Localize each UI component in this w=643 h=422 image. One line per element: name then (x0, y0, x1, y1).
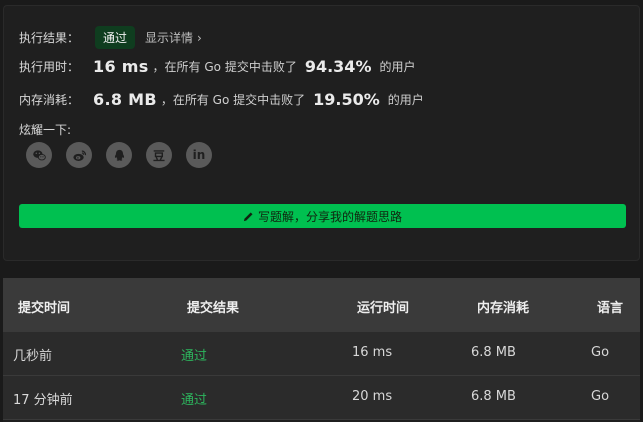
write-solution-label: 写题解，分享我的解题思路 (257, 209, 402, 224)
wechat-icon-glyph (32, 149, 46, 160)
chevron-right-icon[interactable]: › (197, 31, 202, 45)
cell-language: Go (591, 389, 610, 404)
memory-beat-text: ，在所有 Go 提交中击败了 (160, 93, 306, 107)
cell-runtime: 16 ms (352, 345, 393, 360)
show-details-link[interactable]: 显示详情 (145, 29, 193, 46)
header-submit-time: 提交时间 (18, 301, 71, 316)
runtime-beat-text: ，在所有 Go 提交中击败了 (152, 60, 297, 74)
cell-submit-time: 几秒前 (13, 349, 53, 364)
weibo-icon[interactable] (66, 142, 92, 168)
write-solution-button[interactable]: 写题解，分享我的解题思路 (19, 204, 626, 228)
memory-suffix: 的用户 (387, 93, 424, 107)
submissions-table: 提交时间 提交结果 运行时间 内存消耗 语言 几秒前 通过 16 ms 6.8 … (3, 278, 640, 422)
cell-runtime: 20 ms (352, 389, 393, 404)
runtime-row: 执行用时： 16 ms ，在所有 Go 提交中击败了 94.34% 的用户 (19, 57, 415, 76)
pencil-icon (243, 211, 253, 221)
share-icons: 豆 in (26, 142, 212, 168)
douban-icon[interactable]: 豆 (146, 142, 172, 168)
linkedin-icon[interactable]: in (186, 142, 212, 168)
share-label: 炫耀一下: (19, 123, 72, 137)
runtime-suffix: 的用户 (379, 60, 416, 74)
memory-percentile: 19.50% (313, 90, 380, 109)
wechat-icon[interactable] (26, 142, 52, 168)
cell-memory: 6.8 MB (471, 345, 516, 360)
qq-icon[interactable] (106, 142, 132, 168)
header-language: 语言 (597, 301, 624, 316)
submission-result-card: 执行结果： 通过 显示详情 › 执行用时： 16 ms ，在所有 Go 提交中击… (3, 5, 640, 261)
cell-submit-time: 17 分钟前 (13, 393, 73, 408)
result-badge: 通过 (95, 26, 136, 49)
memory-label: 内存消耗： (19, 93, 80, 107)
weibo-icon-glyph (72, 149, 86, 161)
qq-icon-glyph (114, 149, 124, 161)
table-row[interactable]: 17 分钟前 通过 20 ms 6.8 MB Go (3, 376, 640, 420)
cell-language: Go (591, 345, 610, 360)
cell-memory: 6.8 MB (471, 389, 516, 404)
result-row: 执行结果： 通过 显示详情 › (19, 26, 202, 49)
cell-submit-result[interactable]: 通过 (181, 345, 207, 364)
header-memory: 内存消耗 (477, 301, 530, 316)
cell-submit-result[interactable]: 通过 (181, 389, 207, 408)
runtime-label: 执行用时： (19, 60, 80, 74)
header-submit-result: 提交结果 (187, 301, 240, 316)
table-header: 提交时间 提交结果 运行时间 内存消耗 语言 (3, 278, 640, 332)
memory-value: 6.8 MB (93, 90, 157, 109)
result-label: 执行结果： (19, 31, 80, 45)
memory-row: 内存消耗： 6.8 MB ，在所有 Go 提交中击败了 19.50% 的用户 (19, 90, 424, 109)
runtime-percentile: 94.34% (304, 57, 372, 76)
header-runtime: 运行时间 (357, 301, 410, 316)
runtime-value: 16 ms (93, 57, 149, 76)
table-row[interactable]: 几秒前 通过 16 ms 6.8 MB Go (3, 332, 640, 376)
share-row: 炫耀一下: (19, 121, 71, 138)
